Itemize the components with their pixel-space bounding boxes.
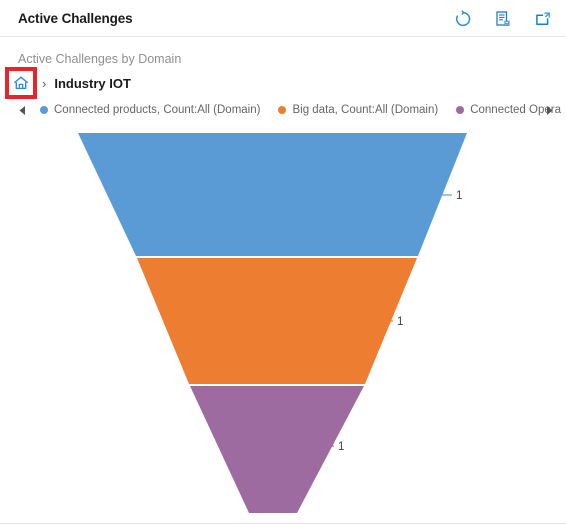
segment-value-2: 1	[397, 316, 403, 328]
segment-value-3: 1	[338, 441, 344, 453]
page-title: Active Challenges	[18, 10, 133, 26]
legend-color-swatch-icon	[278, 106, 287, 114]
segment-value-1: 1	[456, 190, 462, 202]
legend-next-icon[interactable]	[540, 101, 558, 119]
panel-header: Active Challenges	[0, 0, 566, 37]
home-icon	[14, 76, 28, 90]
funnel-segment-1[interactable]	[78, 133, 467, 256]
legend-item[interactable]: Big data, Count:All (Domain)	[278, 104, 438, 116]
export-icon[interactable]	[492, 8, 514, 30]
legend-item-label: Big data, Count:All (Domain)	[292, 104, 439, 116]
breadcrumb-home-button[interactable]	[5, 67, 37, 99]
refresh-icon[interactable]	[452, 8, 474, 30]
breadcrumb: › Industry IOT	[4, 67, 131, 99]
breadcrumb-separator-icon: ›	[42, 75, 47, 91]
funnel-segment-2[interactable]	[137, 258, 417, 384]
legend-color-swatch-icon	[456, 106, 465, 114]
legend-item-label: Connected products, Count:All (Domain)	[54, 104, 261, 116]
funnel-chart: 1 1 1	[0, 122, 566, 524]
header-actions	[452, 0, 554, 37]
legend-item[interactable]: Connected products, Count:All (Domain)	[40, 104, 260, 116]
breadcrumb-current-item[interactable]: Industry IOT	[54, 76, 131, 91]
chart-legend: Connected products, Count:All (Domain) B…	[0, 100, 566, 120]
legend-items: Connected products, Count:All (Domain) B…	[40, 104, 566, 116]
legend-prev-icon[interactable]	[13, 101, 31, 119]
legend-color-swatch-icon	[40, 106, 48, 114]
popout-icon[interactable]	[532, 8, 554, 30]
chart-subtitle: Active Challenges by Domain	[18, 52, 182, 66]
